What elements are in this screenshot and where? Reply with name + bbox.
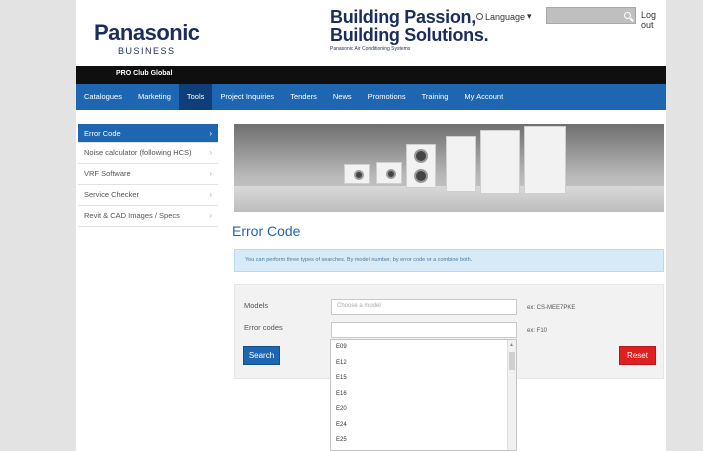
language-label: Language — [485, 11, 526, 22]
tagline-sub: Panasonic Air Conditioning Systems — [330, 46, 411, 52]
page-container: Panasonic BUSINESS Building Passion, Bui… — [76, 0, 666, 451]
brand-logo[interactable]: Panasonic BUSINESS — [94, 20, 200, 57]
sidebar-item-label: VRF Software — [84, 169, 131, 178]
fan-icon — [354, 170, 364, 180]
nav-item-project-inquiries[interactable]: Project Inquiries — [212, 84, 282, 110]
sidebar-item-service-checker[interactable]: Service Checker › — [78, 185, 218, 206]
chevron-right-icon: › — [209, 169, 212, 178]
search-button[interactable] — [619, 8, 635, 23]
logout-link[interactable]: Log out — [641, 10, 666, 30]
site-header: Panasonic BUSINESS Building Passion, Bui… — [76, 0, 666, 66]
info-banner: You can perform three types of searches.… — [234, 249, 664, 272]
page-background-left — [0, 0, 76, 451]
nav-item-marketing[interactable]: Marketing — [130, 84, 179, 110]
globe-icon — [476, 13, 483, 20]
chevron-right-icon: › — [209, 148, 212, 157]
outdoor-unit-small — [344, 164, 370, 184]
brand-sub: BUSINESS — [118, 46, 176, 56]
models-example: ex: CS-MEE7PKE — [527, 305, 576, 311]
chevron-right-icon: › — [209, 190, 212, 199]
nav-item-promotions[interactable]: Promotions — [360, 84, 414, 110]
scrollbar-thumb[interactable] — [509, 352, 515, 370]
error-codes-example: ex: F10 — [527, 328, 548, 334]
nav-item-catalogues[interactable]: Catalogues — [76, 84, 130, 110]
outdoor-unit-large — [446, 136, 476, 192]
sidebar-item-error-code[interactable]: Error Code › — [78, 124, 218, 143]
sidebar-item-label: Noise calculator (following HCS) — [84, 148, 192, 157]
chevron-right-icon: › — [209, 129, 212, 138]
error-code-dropdown[interactable]: E09 E12 E15 E16 E20 E24 E25 ▲ — [330, 339, 517, 451]
sidebar-item-label: Error Code — [84, 129, 121, 138]
language-selector[interactable]: Language ▾ — [476, 11, 532, 22]
tagline-line-1: Building Passion, — [330, 7, 476, 27]
sidebar-item-revit-cad[interactable]: Revit & CAD Images / Specs › — [78, 206, 218, 227]
dropdown-option[interactable]: E20 — [331, 402, 516, 418]
dropdown-scrollbar[interactable]: ▲ — [507, 340, 516, 450]
brand-name: Panasonic — [94, 20, 200, 45]
outdoor-unit-medium — [406, 144, 436, 188]
dropdown-option[interactable]: E25 — [331, 433, 516, 449]
main-nav: Catalogues Marketing Tools Project Inqui… — [76, 84, 666, 110]
chevron-right-icon: › — [209, 211, 212, 220]
sidebar-item-label: Service Checker — [84, 190, 140, 199]
error-codes-label: Error codes — [244, 323, 283, 332]
chevron-down-icon: ▾ — [527, 11, 532, 21]
outdoor-unit-large — [524, 126, 566, 194]
tagline: Building Passion, Building Solutions. Pa… — [330, 7, 489, 52]
fan-icon — [414, 169, 428, 183]
nav-item-training[interactable]: Training — [414, 84, 457, 110]
sidebar-item-label: Revit & CAD Images / Specs — [84, 211, 180, 220]
scroll-up-icon[interactable]: ▲ — [509, 342, 514, 348]
reset-button[interactable]: Reset — [619, 346, 656, 365]
sidebar-item-vrf-software[interactable]: VRF Software › — [78, 164, 218, 185]
club-bar: PRO Club Global — [76, 66, 666, 84]
models-label: Models — [244, 301, 269, 310]
page-title: Error Code — [232, 223, 301, 239]
fan-icon — [386, 169, 396, 179]
dropdown-option[interactable]: E09 — [331, 340, 516, 356]
dropdown-option[interactable]: E12 — [331, 356, 516, 372]
club-label[interactable]: PRO Club Global — [116, 70, 172, 77]
nav-item-my-account[interactable]: My Account — [456, 84, 511, 110]
nav-item-tenders[interactable]: Tenders — [282, 84, 325, 110]
tools-sidebar: Error Code › Noise calculator (following… — [78, 124, 218, 227]
outdoor-unit-small — [376, 162, 402, 184]
outdoor-unit-large — [480, 130, 520, 194]
fan-icon — [414, 149, 428, 163]
search-icon — [623, 12, 631, 19]
search-button[interactable]: Search — [243, 346, 280, 365]
tagline-line-2: Building Solutions. — [330, 25, 489, 45]
sidebar-item-noise-calculator[interactable]: Noise calculator (following HCS) › — [78, 143, 218, 164]
dropdown-option[interactable]: E16 — [331, 387, 516, 403]
nav-item-news[interactable]: News — [325, 84, 360, 110]
dropdown-option[interactable]: E15 — [331, 371, 516, 387]
error-codes-input[interactable] — [331, 322, 517, 338]
nav-item-tools[interactable]: Tools — [178, 84, 213, 110]
product-banner — [234, 124, 664, 212]
dropdown-option[interactable]: E24 — [331, 418, 516, 434]
models-input[interactable]: Choose a model — [331, 299, 517, 315]
